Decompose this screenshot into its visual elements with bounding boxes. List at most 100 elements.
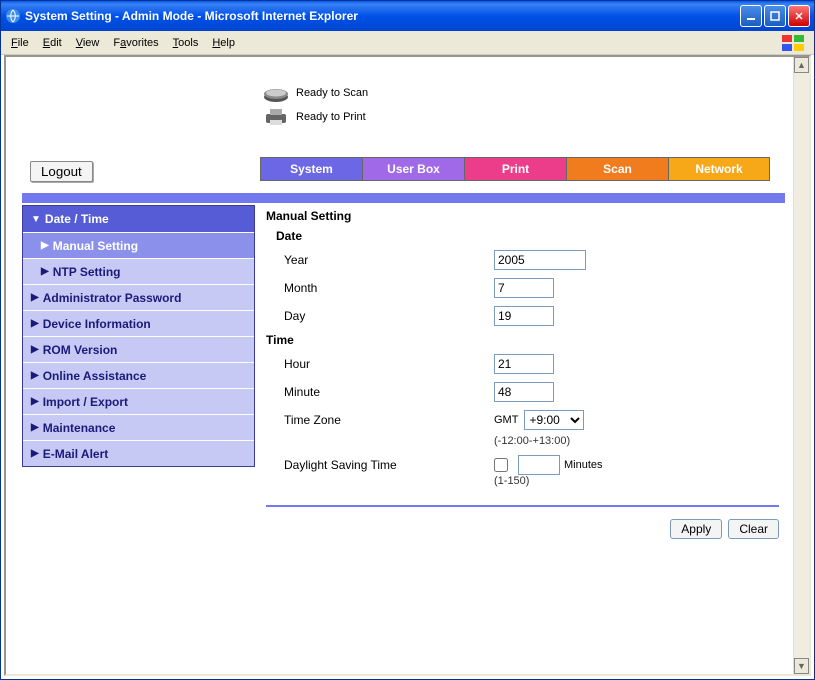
date-section-label: Date <box>276 229 779 243</box>
minute-row: Minute <box>284 381 779 403</box>
panel-divider <box>266 505 779 507</box>
printer-status-text: Ready to Print <box>296 111 366 123</box>
windows-flag-icon <box>782 35 806 51</box>
triangle-right-icon: ▶ <box>31 370 39 381</box>
triangle-right-icon: ▶ <box>31 396 39 407</box>
tab-print[interactable]: Print <box>464 157 566 181</box>
scanner-icon <box>262 83 290 103</box>
sidebar-date-time[interactable]: ▼ Date / Time <box>23 206 254 232</box>
action-buttons: Apply Clear <box>266 519 779 539</box>
dst-label: Daylight Saving Time <box>284 458 494 472</box>
top-tabs: System User Box Print Scan Network <box>260 157 770 181</box>
ie-window: System Setting - Admin Mode - Microsoft … <box>0 0 815 680</box>
day-row: Day <box>284 305 779 327</box>
timezone-row: Time Zone GMT +9:00 <box>284 409 779 431</box>
sidebar-rom-version[interactable]: ▶ ROM Version <box>23 336 254 362</box>
month-label: Month <box>284 281 494 295</box>
printer-status-row: Ready to Print <box>262 107 789 127</box>
year-input[interactable] <box>494 250 586 270</box>
window-title: System Setting - Admin Mode - Microsoft … <box>25 9 740 23</box>
triangle-right-icon: ▶ <box>31 344 39 355</box>
year-label: Year <box>284 253 494 267</box>
window-controls <box>740 5 810 27</box>
sidebar-import-export[interactable]: ▶ Import / Export <box>23 388 254 414</box>
scroll-down-button[interactable]: ▼ <box>794 658 809 674</box>
tab-userbox[interactable]: User Box <box>362 157 464 181</box>
dst-hint: (1-150) <box>494 475 779 487</box>
sidebar-maintenance[interactable]: ▶ Maintenance <box>23 414 254 440</box>
menu-view[interactable]: View <box>76 37 100 49</box>
triangle-down-icon: ▼ <box>31 214 41 225</box>
minute-label: Minute <box>284 385 494 399</box>
sidebar: ▼ Date / Time ▶ Manual Setting ▶ NTP Settin… <box>22 205 255 467</box>
year-row: Year <box>284 249 779 271</box>
logout-button[interactable]: Logout <box>30 161 93 182</box>
triangle-right-icon: ▶ <box>31 318 39 329</box>
sidebar-item-label: Date / Time <box>45 212 109 226</box>
sidebar-item-label: Manual Setting <box>53 239 138 253</box>
dst-row: Daylight Saving Time Minutes <box>284 455 779 475</box>
menu-file[interactable]: File <box>11 37 29 49</box>
timezone-select[interactable]: +9:00 <box>524 410 584 430</box>
page-content: Ready to Scan Ready to Print Logout Syst… <box>6 57 809 143</box>
dst-minutes-label: Minutes <box>564 459 603 471</box>
month-input[interactable] <box>494 278 554 298</box>
sidebar-manual-setting[interactable]: ▶ Manual Setting <box>23 232 254 258</box>
sidebar-admin-password[interactable]: ▶ Administrator Password <box>23 284 254 310</box>
vertical-scrollbar[interactable]: ▲ ▼ <box>793 57 809 674</box>
sidebar-online-assistance[interactable]: ▶ Online Assistance <box>23 362 254 388</box>
dst-checkbox[interactable] <box>494 458 508 472</box>
sidebar-device-info[interactable]: ▶ Device Information <box>23 310 254 336</box>
maximize-button[interactable] <box>764 5 786 27</box>
close-button[interactable] <box>788 5 810 27</box>
day-label: Day <box>284 309 494 323</box>
printer-icon <box>262 107 290 127</box>
sidebar-item-label: Maintenance <box>43 421 116 435</box>
tab-network[interactable]: Network <box>668 157 770 181</box>
client-area: ▲ ▼ Ready to Scan Ready to Print Log <box>4 55 811 676</box>
panel-title: Manual Setting <box>266 209 779 223</box>
menu-tools[interactable]: Tools <box>173 37 199 49</box>
menu-edit[interactable]: Edit <box>43 37 62 49</box>
triangle-right-icon: ▶ <box>31 448 39 459</box>
sidebar-item-label: Device Information <box>43 317 151 331</box>
triangle-right-icon: ▶ <box>41 266 49 277</box>
clear-button[interactable]: Clear <box>728 519 779 539</box>
sidebar-item-label: Online Assistance <box>43 369 147 383</box>
sidebar-item-label: Administrator Password <box>43 291 182 305</box>
main-panel: Manual Setting Date Year Month Day Time … <box>266 209 779 539</box>
tab-system[interactable]: System <box>260 157 362 181</box>
hour-row: Hour <box>284 353 779 375</box>
menu-help[interactable]: Help <box>212 37 235 49</box>
timezone-label: Time Zone <box>284 413 494 427</box>
sidebar-ntp-setting[interactable]: ▶ NTP Setting <box>23 258 254 284</box>
tab-scan[interactable]: Scan <box>566 157 668 181</box>
sidebar-item-label: ROM Version <box>43 343 118 357</box>
menu-favorites[interactable]: Favorites <box>113 37 158 49</box>
sidebar-item-label: NTP Setting <box>53 265 121 279</box>
sidebar-email-alert[interactable]: ▶ E-Mail Alert <box>23 440 254 466</box>
menubar: File Edit View Favorites Tools Help <box>1 31 814 55</box>
divider-bar <box>22 193 785 203</box>
timezone-hint: (-12:00-+13:00) <box>494 435 779 447</box>
scanner-status-row: Ready to Scan <box>262 83 789 103</box>
scroll-up-button[interactable]: ▲ <box>794 57 809 73</box>
day-input[interactable] <box>494 306 554 326</box>
apply-button[interactable]: Apply <box>670 519 722 539</box>
minute-input[interactable] <box>494 382 554 402</box>
triangle-right-icon: ▶ <box>41 240 49 251</box>
dst-minutes-input[interactable] <box>518 455 560 475</box>
triangle-right-icon: ▶ <box>31 292 39 303</box>
minimize-button[interactable] <box>740 5 762 27</box>
device-status-area: Ready to Scan Ready to Print <box>262 83 789 127</box>
hour-input[interactable] <box>494 354 554 374</box>
hour-label: Hour <box>284 357 494 371</box>
ie-icon <box>5 8 21 24</box>
month-row: Month <box>284 277 779 299</box>
sidebar-item-label: E-Mail Alert <box>43 447 109 461</box>
sidebar-item-label: Import / Export <box>43 395 128 409</box>
scanner-status-text: Ready to Scan <box>296 87 368 99</box>
time-section-label: Time <box>266 333 779 347</box>
triangle-right-icon: ▶ <box>31 422 39 433</box>
titlebar: System Setting - Admin Mode - Microsoft … <box>1 1 814 31</box>
